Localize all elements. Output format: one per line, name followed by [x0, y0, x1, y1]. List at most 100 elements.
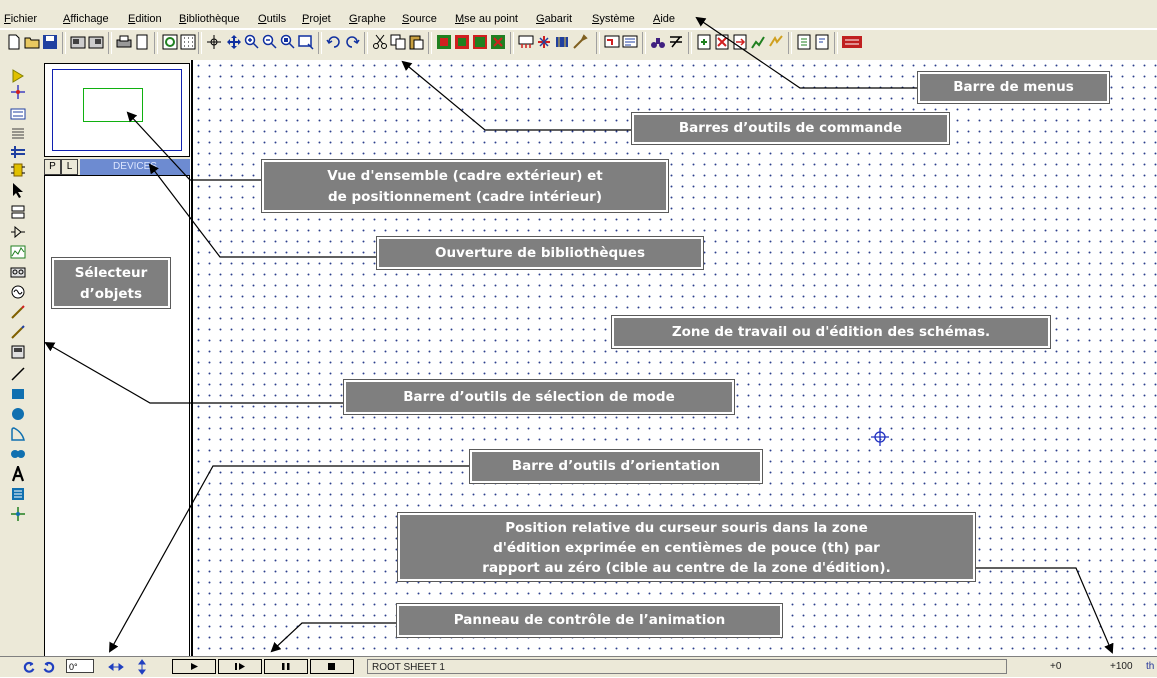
- component-mode-icon[interactable]: [10, 84, 26, 100]
- wire-autorouter-icon[interactable]: [604, 34, 620, 50]
- block-delete-icon[interactable]: [490, 34, 506, 50]
- origin-icon[interactable]: [206, 34, 222, 50]
- packaging-icon[interactable]: [554, 34, 570, 50]
- command-toolbar: [0, 29, 1157, 60]
- stop-button[interactable]: [310, 659, 354, 674]
- arc-icon[interactable]: [10, 426, 26, 442]
- property-assignment-icon[interactable]: [668, 34, 684, 50]
- report-icon[interactable]: [814, 34, 830, 50]
- cut-icon[interactable]: [372, 34, 388, 50]
- new-sheet-icon[interactable]: [696, 34, 712, 50]
- text-icon[interactable]: [10, 466, 26, 482]
- toolbar-separator: [428, 32, 432, 54]
- menu-projet[interactable]: Projet: [302, 13, 331, 25]
- block-rotate-icon[interactable]: [472, 34, 488, 50]
- page-icon[interactable]: [134, 34, 150, 50]
- new-file-icon[interactable]: [6, 34, 22, 50]
- callout-menu-bar: Barre de menus: [917, 71, 1110, 104]
- mirror-horizontal-icon[interactable]: [108, 659, 124, 675]
- export-icon[interactable]: [88, 34, 104, 50]
- library-manager-button[interactable]: L: [61, 159, 78, 175]
- generator-icon[interactable]: [10, 284, 26, 300]
- block-move-icon[interactable]: [454, 34, 470, 50]
- subcircuit-icon[interactable]: [10, 162, 26, 178]
- binoculars-icon[interactable]: [650, 34, 666, 50]
- save-icon[interactable]: [42, 34, 58, 50]
- ares-icon[interactable]: [842, 34, 862, 50]
- copy-icon[interactable]: [390, 34, 406, 50]
- import-icon[interactable]: [70, 34, 86, 50]
- overview-inner-frame[interactable]: [83, 88, 143, 122]
- block-copy-icon[interactable]: [436, 34, 452, 50]
- selection-mode-icon[interactable]: [10, 68, 26, 84]
- overview-window[interactable]: [44, 63, 190, 157]
- rotation-angle-field[interactable]: 0°: [66, 659, 94, 673]
- graph-icon[interactable]: [10, 244, 26, 260]
- redo-icon[interactable]: [344, 34, 360, 50]
- pan-icon[interactable]: [226, 34, 242, 50]
- voltage-probe-icon[interactable]: [10, 304, 26, 320]
- exit-parent-icon[interactable]: [732, 34, 748, 50]
- refresh-icon[interactable]: [162, 34, 178, 50]
- menu-aide[interactable]: Aide: [653, 13, 675, 25]
- marker-icon[interactable]: [10, 506, 26, 522]
- line-icon[interactable]: [10, 366, 26, 382]
- object-selector-list[interactable]: [44, 175, 190, 657]
- bus-icon[interactable]: [10, 144, 26, 160]
- terminals-icon[interactable]: [10, 204, 26, 220]
- netlist-icon[interactable]: [796, 34, 812, 50]
- circle-icon[interactable]: [10, 406, 26, 422]
- menu-graphe[interactable]: Graphe: [349, 13, 386, 25]
- delete-sheet-icon[interactable]: [714, 34, 730, 50]
- pause-button[interactable]: [264, 659, 308, 674]
- mode-selection-toolbar: [0, 60, 36, 656]
- menu-systeme[interactable]: Système: [592, 13, 635, 25]
- search-tag-icon[interactable]: [622, 34, 638, 50]
- callout-object-selector-line1: Sélecteur: [74, 265, 148, 281]
- pointer-icon[interactable]: [10, 182, 26, 198]
- zoom-area-icon[interactable]: [298, 34, 314, 50]
- menu-bibliotheque[interactable]: Bibliothèque: [179, 13, 240, 25]
- menu-gabarit[interactable]: Gabarit: [536, 13, 572, 25]
- pick-library-button[interactable]: P: [44, 159, 61, 175]
- open-folder-icon[interactable]: [24, 34, 40, 50]
- decompose-icon[interactable]: [572, 34, 588, 50]
- menu-mise-au-point[interactable]: Mse au point: [455, 13, 518, 25]
- menu-source[interactable]: Source: [402, 13, 437, 25]
- virtual-instrument-icon[interactable]: [10, 344, 26, 360]
- rotate-clockwise-icon[interactable]: [22, 659, 36, 675]
- menu-affichage[interactable]: Affichage: [63, 13, 109, 25]
- paste-icon[interactable]: [408, 34, 424, 50]
- make-device-icon[interactable]: [536, 34, 552, 50]
- step-button[interactable]: [218, 659, 262, 674]
- print-icon[interactable]: [116, 34, 132, 50]
- mirror-vertical-icon[interactable]: [136, 659, 148, 675]
- menu-edition[interactable]: Edition: [128, 13, 162, 25]
- callout-cursor-position: Position relative du curseur souris dans…: [397, 512, 976, 582]
- bill-of-materials-icon[interactable]: [750, 34, 766, 50]
- play-button[interactable]: [172, 659, 216, 674]
- box-icon[interactable]: [10, 386, 26, 402]
- symbol-icon[interactable]: [10, 486, 26, 502]
- current-probe-icon[interactable]: [10, 324, 26, 340]
- text-script-icon[interactable]: [10, 126, 26, 142]
- device-pins-icon[interactable]: [10, 224, 26, 240]
- grid-icon[interactable]: [180, 34, 196, 50]
- zoom-out-icon[interactable]: [262, 34, 278, 50]
- junction-label-icon[interactable]: [10, 106, 26, 122]
- left-panel: P L DEVICES: [36, 60, 190, 657]
- toolbar-separator: [198, 32, 202, 54]
- closed-path-icon[interactable]: [10, 446, 26, 462]
- zoom-all-icon[interactable]: [280, 34, 296, 50]
- zoom-in-icon[interactable]: [244, 34, 260, 50]
- callout-animation-panel: Panneau de contrôle de l’animation: [396, 603, 783, 638]
- tape-recorder-icon[interactable]: [10, 264, 26, 280]
- menu-fichier[interactable]: Fichier: [4, 13, 37, 25]
- toolbar-separator: [510, 32, 514, 54]
- pick-device-icon[interactable]: [518, 34, 534, 50]
- rotate-counterclockwise-icon[interactable]: [42, 659, 56, 675]
- undo-icon[interactable]: [326, 34, 342, 50]
- callout-cursor-line1: Position relative du curseur souris dans…: [505, 520, 868, 536]
- electrical-rule-check-icon[interactable]: [768, 34, 784, 50]
- menu-outils[interactable]: Outils: [258, 13, 286, 25]
